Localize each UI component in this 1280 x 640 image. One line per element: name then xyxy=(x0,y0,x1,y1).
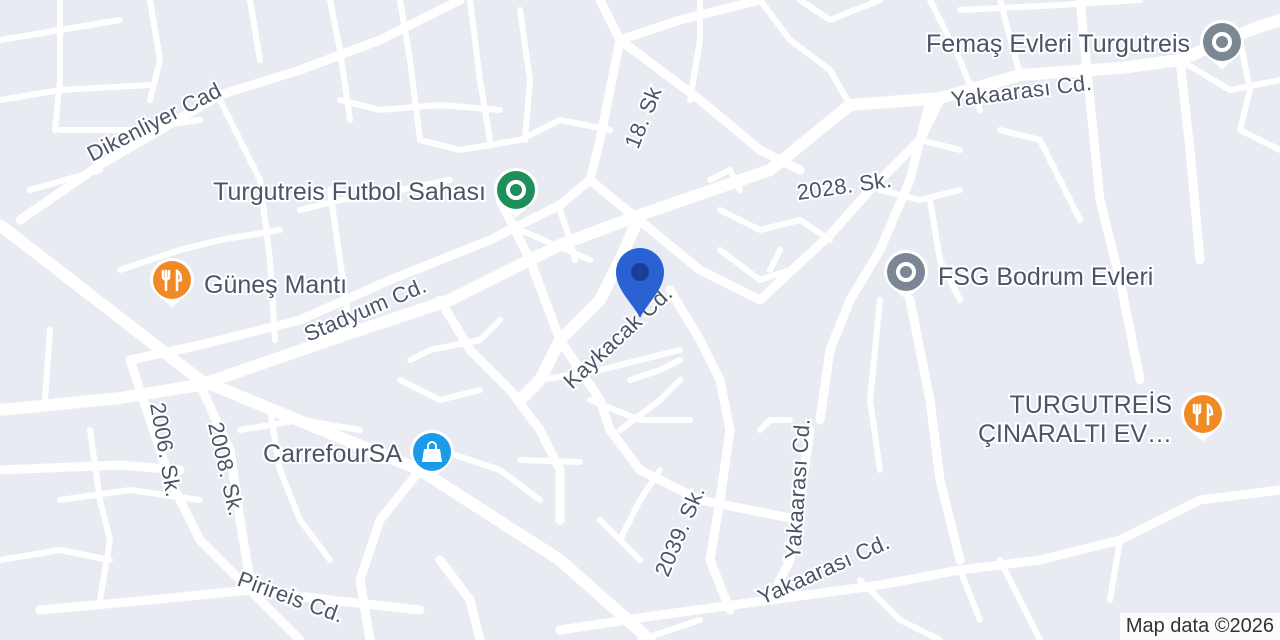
place-label-line1: TURGUTREİS xyxy=(1010,390,1173,419)
place-label: Femaş Evleri Turgutreis xyxy=(926,30,1190,58)
map-attribution: Map data ©2026 xyxy=(1119,613,1280,640)
place-label: CarrefourSA xyxy=(263,440,402,468)
place-label: FSG Bodrum Evleri xyxy=(938,263,1153,291)
place-label: Turgutreis Futbol Sahası xyxy=(213,178,486,206)
place-label-line2: ÇINARALTI EV… xyxy=(978,420,1172,448)
map-canvas[interactable]: Dikenliyer Cad 18. Sk Yakaarası Cd. 2028… xyxy=(0,0,1280,640)
place-label: Güneş Mantı xyxy=(204,271,347,299)
